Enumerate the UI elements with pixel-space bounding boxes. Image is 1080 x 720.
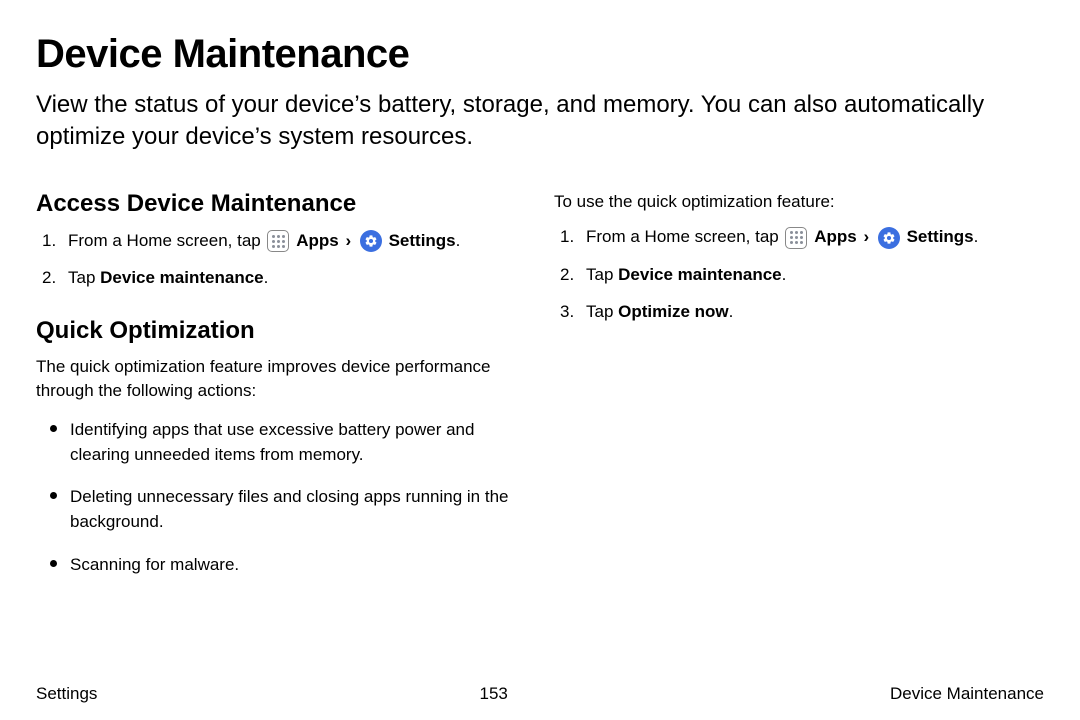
apps-label: Apps (296, 231, 339, 250)
quick-step-1: From a Home screen, tap Apps › Settings. (554, 224, 1044, 250)
right-column: To use the quick optimization feature: F… (554, 190, 1044, 595)
settings-label: Settings (389, 231, 456, 250)
two-column-layout: Access Device Maintenance From a Home sc… (36, 190, 1044, 595)
right-lead: To use the quick optimization feature: (554, 190, 1044, 215)
step-bold: Optimize now (618, 302, 729, 321)
footer-left: Settings (36, 684, 97, 704)
step-text: From a Home screen, tap (68, 231, 265, 250)
heading-quick-optimization: Quick Optimization (36, 317, 526, 345)
list-item: Scanning for malware. (36, 553, 526, 578)
step-text: Tap (586, 265, 618, 284)
step-bold: Device maintenance (618, 265, 781, 284)
chevron-right-icon: › (343, 231, 353, 250)
quick-step-3: Tap Optimize now. (554, 299, 1044, 325)
quick-steps: From a Home screen, tap Apps › Settings.… (554, 224, 1044, 325)
step-text: Tap (586, 302, 618, 321)
period: . (729, 302, 734, 321)
settings-icon (360, 230, 382, 252)
list-item: Deleting unnecessary files and closing a… (36, 485, 526, 534)
period: . (782, 265, 787, 284)
step-bold: Device maintenance (100, 268, 263, 287)
settings-label: Settings (907, 227, 974, 246)
apps-icon (785, 227, 807, 249)
footer-right: Device Maintenance (890, 684, 1044, 704)
quick-intro: The quick optimization feature improves … (36, 355, 526, 404)
quick-bullets: Identifying apps that use excessive batt… (36, 418, 526, 577)
page-footer: Settings 153 Device Maintenance (36, 684, 1044, 704)
apps-label: Apps (814, 227, 857, 246)
apps-icon (267, 230, 289, 252)
intro-paragraph: View the status of your device’s battery… (36, 89, 1036, 154)
period: . (456, 231, 461, 250)
manual-page: Device Maintenance View the status of yo… (0, 0, 1080, 720)
access-step-2: Tap Device maintenance. (36, 265, 526, 291)
access-steps: From a Home screen, tap Apps › Settings.… (36, 228, 526, 291)
footer-page-number: 153 (480, 684, 508, 704)
step-text: Tap (68, 268, 100, 287)
list-item: Identifying apps that use excessive batt… (36, 418, 526, 467)
step-text: From a Home screen, tap (586, 227, 783, 246)
quick-step-2: Tap Device maintenance. (554, 262, 1044, 288)
left-column: Access Device Maintenance From a Home sc… (36, 190, 526, 595)
access-step-1: From a Home screen, tap Apps › Settings. (36, 228, 526, 254)
period: . (264, 268, 269, 287)
chevron-right-icon: › (861, 227, 871, 246)
heading-access: Access Device Maintenance (36, 190, 526, 218)
settings-icon (878, 227, 900, 249)
period: . (974, 227, 979, 246)
page-title: Device Maintenance (36, 32, 1044, 77)
